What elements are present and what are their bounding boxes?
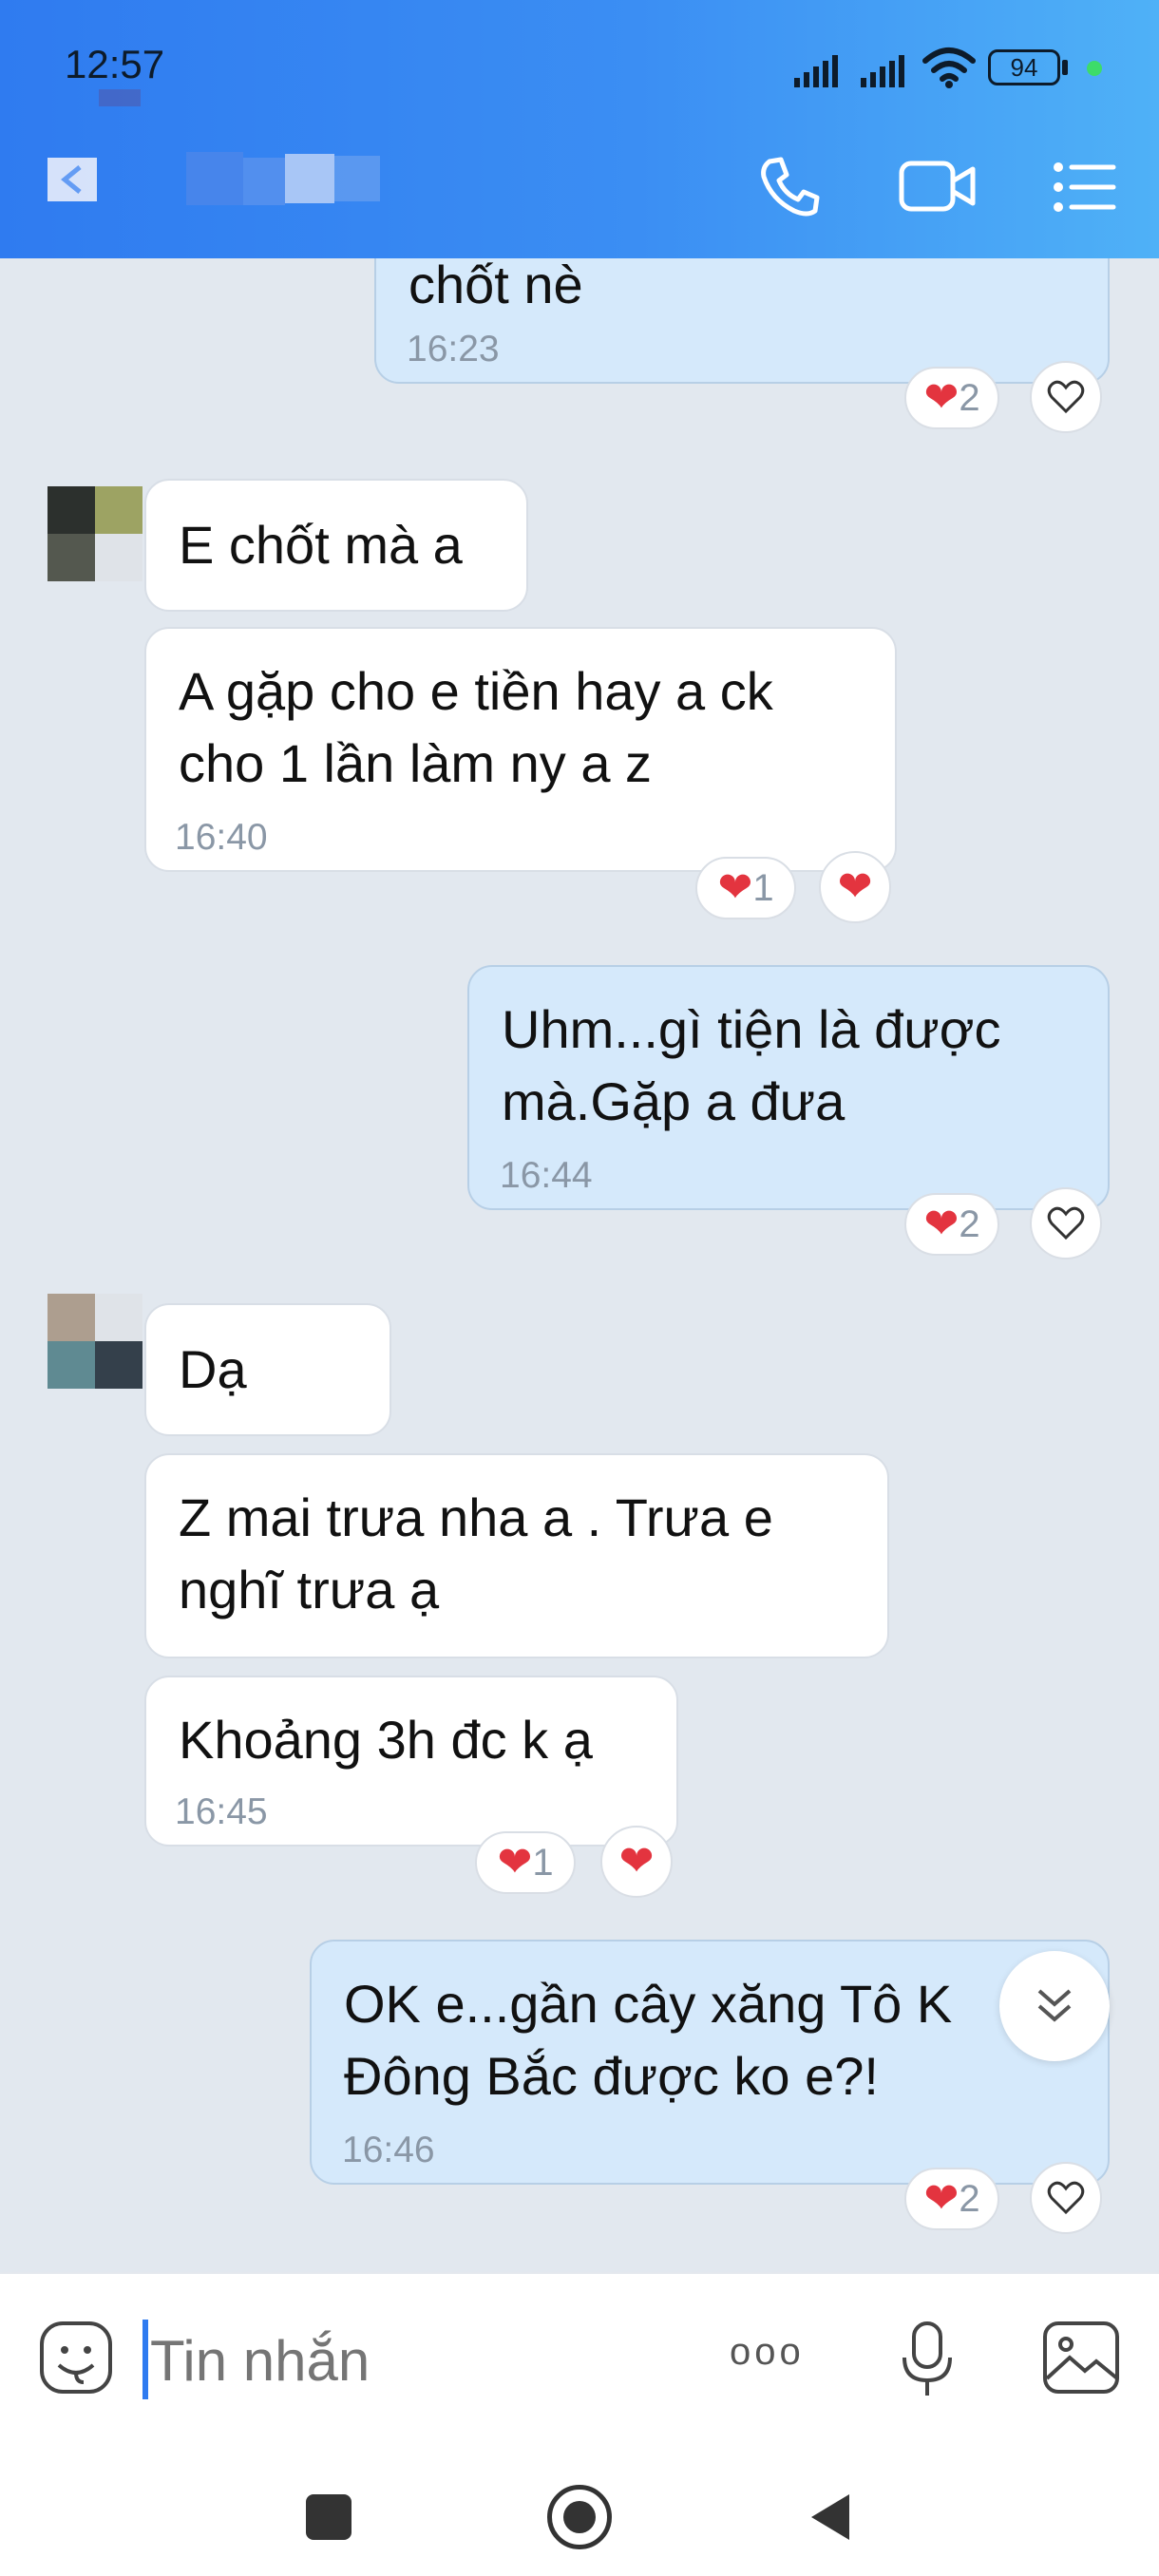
heart-icon: ❤ xyxy=(923,374,960,421)
reaction-count-pill[interactable]: ❤ 2 xyxy=(904,2168,999,2230)
home-button[interactable] xyxy=(547,2485,612,2549)
heart-icon: ❤ xyxy=(618,1838,655,1885)
heart-icon: ❤ xyxy=(717,864,753,911)
home-dot-icon xyxy=(563,2501,596,2533)
message-text: Khoảng 3h đc k ạ xyxy=(179,1710,593,1770)
reaction-count-pill[interactable]: ❤ 2 xyxy=(904,367,999,429)
heart-outline-icon xyxy=(1047,2181,1085,2215)
double-chevron-down-icon xyxy=(1037,1989,1072,2022)
header-controls: 12:57 94 xyxy=(0,0,1159,258)
message-text: mà.Gặp a đưa xyxy=(502,1071,846,1131)
message-text: Z mai trưa nha a . Trưa e xyxy=(179,1487,773,1547)
avatar[interactable] xyxy=(48,1294,142,1389)
message-time: 16:46 xyxy=(342,2130,435,2170)
message-bubble-incoming[interactable]: E chốt mà a xyxy=(144,479,528,612)
blur-artifact xyxy=(99,89,141,106)
heart-icon: ❤ xyxy=(497,1839,533,1885)
message-time: 16:44 xyxy=(500,1155,593,1196)
reaction-count-pill[interactable]: ❤ 1 xyxy=(695,857,796,919)
message-bubble-incoming[interactable]: Dạ xyxy=(144,1303,391,1436)
blurred-name xyxy=(334,156,380,201)
reaction-count: 2 xyxy=(959,1203,980,1245)
react-button[interactable] xyxy=(1030,361,1102,433)
message-text: cho 1 lần làm ny a z xyxy=(179,733,653,793)
message-text: E chốt mà a xyxy=(179,515,463,575)
react-button[interactable]: ❤ xyxy=(819,851,891,923)
reaction-count-pill[interactable]: ❤ 2 xyxy=(904,1193,999,1256)
reaction-count-pill[interactable]: ❤ 1 xyxy=(475,1831,576,1894)
back-arrow-icon xyxy=(61,165,82,194)
avatar[interactable] xyxy=(48,486,142,581)
message-time: 16:45 xyxy=(175,1791,268,1832)
wifi-icon xyxy=(922,47,976,88)
message-input-bar: ooo xyxy=(0,2272,1159,2445)
signal-icon xyxy=(794,55,904,87)
system-nav-bar xyxy=(0,2443,1159,2576)
notification-dot xyxy=(1087,61,1102,76)
message-text: nghĩ trưa ạ xyxy=(179,1560,440,1619)
emoji-icon[interactable] xyxy=(38,2320,114,2396)
message-input[interactable] xyxy=(148,2314,684,2407)
image-gallery-icon[interactable] xyxy=(1041,2320,1121,2396)
message-text: Uhm...gì tiện là được xyxy=(502,999,1001,1059)
phone-icon[interactable] xyxy=(756,154,823,220)
message-time: 16:23 xyxy=(407,329,500,369)
message-text: Dạ xyxy=(179,1339,247,1399)
react-button[interactable] xyxy=(1030,2162,1102,2234)
back-triangle-icon[interactable] xyxy=(808,2491,853,2544)
reaction-count: 2 xyxy=(959,376,980,419)
message-bubble-incoming[interactable]: Z mai trưa nha a . Trưa e nghĩ trưa ạ xyxy=(144,1453,889,1658)
heart-outline-icon xyxy=(1047,380,1085,414)
video-camera-icon[interactable] xyxy=(899,158,977,215)
react-button[interactable] xyxy=(1030,1187,1102,1260)
message-text: A gặp cho e tiền hay a ck xyxy=(179,661,773,721)
more-options-icon[interactable]: ooo xyxy=(730,2331,805,2374)
blurred-name xyxy=(186,152,243,205)
scroll-to-bottom-button[interactable] xyxy=(999,1951,1110,2061)
microphone-icon[interactable] xyxy=(899,2320,956,2399)
react-button[interactable]: ❤ xyxy=(600,1826,673,1898)
status-time: 12:57 xyxy=(65,42,165,86)
message-text: Đông Bắc được ko e?! xyxy=(344,2046,879,2106)
message-text: chốt nè xyxy=(408,255,583,314)
heart-icon: ❤ xyxy=(923,1201,960,1247)
reaction-count: 1 xyxy=(752,866,774,909)
message-text: OK e...gần cây xăng Tô K xyxy=(344,1974,953,2034)
back-button[interactable] xyxy=(48,158,97,201)
heart-outline-icon xyxy=(1047,1206,1085,1241)
reaction-count: 2 xyxy=(959,2177,980,2220)
blurred-name xyxy=(243,158,285,205)
battery-tip xyxy=(1062,60,1068,75)
recent-apps-button[interactable] xyxy=(306,2494,352,2540)
heart-icon: ❤ xyxy=(923,2175,960,2222)
menu-list-icon[interactable] xyxy=(1053,161,1117,213)
blurred-name xyxy=(285,154,334,203)
battery-level: 94 xyxy=(1010,52,1038,82)
message-time: 16:40 xyxy=(175,817,268,858)
reaction-count: 1 xyxy=(532,1841,554,1884)
heart-icon: ❤ xyxy=(837,863,873,910)
battery-icon: 94 xyxy=(988,49,1060,85)
